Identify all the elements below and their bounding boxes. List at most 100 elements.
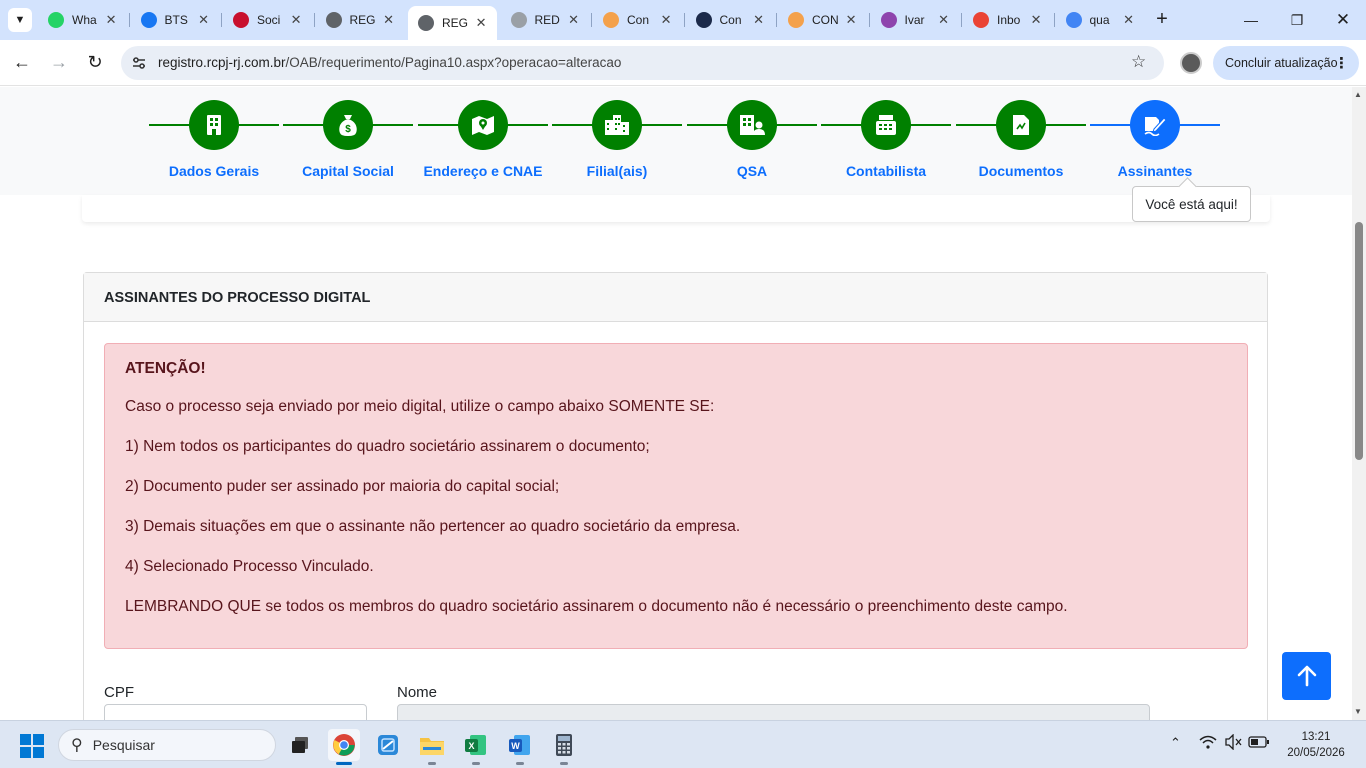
browser-tab[interactable]: Con ✕	[593, 6, 682, 34]
word-icon[interactable]: W	[504, 729, 536, 765]
browser-tab[interactable]: Con ✕	[686, 6, 775, 34]
step-5[interactable]: QSA	[682, 100, 822, 179]
arrow-up-icon	[1297, 665, 1316, 687]
maximize-button[interactable]: ❐	[1274, 0, 1320, 40]
calculator-icon[interactable]	[548, 729, 580, 765]
reload-button[interactable]: ↻	[83, 51, 107, 75]
scroll-to-top-button[interactable]	[1282, 652, 1331, 700]
kebab-menu-icon[interactable]: ⋮	[1334, 54, 1349, 72]
task-view-icon[interactable]	[284, 729, 316, 761]
minimize-button[interactable]: —	[1228, 0, 1274, 40]
page-content: Dados Gerais $ Capital Social Endereço e CN…	[0, 87, 1352, 720]
scrollbar-thumb[interactable]	[1355, 222, 1363, 460]
city-icon[interactable]	[592, 100, 642, 150]
browser-tab[interactable]: BTS ✕	[131, 6, 220, 34]
tab-separator	[591, 13, 592, 27]
excel-icon[interactable]: X	[460, 729, 492, 765]
back-button[interactable]: ←	[10, 51, 34, 75]
building-user-icon[interactable]	[727, 100, 777, 150]
browser-tab[interactable]: REG ✕	[408, 6, 497, 40]
battery-icon[interactable]	[1248, 735, 1270, 752]
chevron-up-icon[interactable]: ⌃	[1170, 735, 1181, 751]
close-tab-icon[interactable]: ✕	[1031, 12, 1042, 28]
close-tab-icon[interactable]: ✕	[568, 12, 579, 28]
g-icon	[603, 12, 619, 28]
chevron-down-icon: ▼	[14, 14, 26, 26]
remote-desktop-icon[interactable]	[372, 729, 404, 761]
v-icon	[880, 12, 897, 28]
stepper-bar: Dados Gerais $ Capital Social Endereço e CN…	[0, 87, 1352, 195]
close-tab-icon[interactable]: ✕	[383, 12, 394, 28]
map-icon[interactable]	[458, 100, 508, 150]
globe-icon	[325, 12, 342, 28]
close-tab-icon[interactable]: ✕	[661, 12, 672, 28]
forward-button[interactable]: →	[47, 51, 71, 75]
wifi-icon[interactable]	[1199, 734, 1217, 753]
browser-tab[interactable]: REG ✕	[316, 6, 405, 34]
bookmark-star-icon[interactable]: ☆	[1131, 52, 1146, 72]
step-1[interactable]: Dados Gerais	[144, 100, 284, 179]
address-bar[interactable]: registro.rcpj-rj.com.br/OAB/requerimento…	[121, 46, 1164, 80]
browser-tab[interactable]: CON ✕	[778, 6, 867, 34]
money-bag-icon[interactable]: $	[323, 100, 373, 150]
step-label[interactable]: QSA	[682, 163, 822, 179]
close-tab-icon[interactable]: ✕	[476, 15, 487, 31]
browser-tab[interactable]: qua ✕	[1056, 6, 1145, 34]
step-label[interactable]: Capital Social	[278, 163, 418, 179]
step-6[interactable]: Contabilista	[816, 100, 956, 179]
close-tab-icon[interactable]: ✕	[1123, 12, 1134, 28]
browser-tab[interactable]: Ivar ✕	[871, 6, 960, 34]
new-tab-button[interactable]: +	[1150, 8, 1174, 32]
scroll-down-arrow-icon[interactable]: ▼	[1354, 707, 1362, 716]
nome-input[interactable]	[397, 704, 1150, 720]
step-3[interactable]: Endereço e CNAE	[413, 100, 553, 179]
step-label[interactable]: Contabilista	[816, 163, 956, 179]
tab-title: CON	[812, 13, 839, 27]
step-label[interactable]: Filial(ais)	[547, 163, 687, 179]
step-8[interactable]: Assinantes	[1085, 100, 1225, 179]
step-4[interactable]: Filial(ais)	[547, 100, 687, 179]
file-explorer-icon[interactable]	[416, 729, 448, 765]
browser-tab[interactable]: Inbo ✕	[963, 6, 1052, 34]
browser-tab[interactable]: RED ✕	[501, 6, 590, 34]
site-settings-icon[interactable]	[131, 55, 147, 71]
update-chrome-button[interactable]: Concluir atualização ⋮	[1213, 46, 1359, 80]
scroll-up-arrow-icon[interactable]: ▲	[1354, 90, 1362, 99]
browser-tab[interactable]: Wha ✕	[38, 6, 127, 34]
arrow-right-icon: →	[50, 52, 68, 72]
chrome-icon[interactable]	[328, 729, 360, 765]
volume-muted-icon[interactable]	[1225, 733, 1243, 753]
step-7[interactable]: Documentos	[951, 100, 1091, 179]
close-tab-icon[interactable]: ✕	[753, 12, 764, 28]
step-label[interactable]: Dados Gerais	[144, 163, 284, 179]
close-tab-icon[interactable]: ✕	[938, 12, 949, 28]
close-tab-icon[interactable]: ✕	[198, 12, 209, 28]
close-tab-icon[interactable]: ✕	[846, 12, 857, 28]
google-icon	[1065, 12, 1082, 28]
cpf-input[interactable]	[104, 704, 367, 720]
whatsapp-icon	[48, 12, 64, 28]
building-icon[interactable]	[189, 100, 239, 150]
step-label[interactable]: Endereço e CNAE	[413, 163, 553, 179]
cash-register-icon[interactable]	[861, 100, 911, 150]
system-clock[interactable]: 13:21 20/05/2026	[1282, 729, 1350, 761]
clock-date: 20/05/2026	[1287, 747, 1345, 759]
start-button[interactable]	[20, 734, 44, 758]
step-2[interactable]: $ Capital Social	[278, 100, 418, 179]
page-scrollbar[interactable]: ▲ ▼	[1352, 87, 1366, 720]
signature-icon[interactable]	[1130, 100, 1180, 150]
attention-alert: ATENÇÃO! Caso o processo seja enviado po…	[104, 343, 1248, 649]
browser-tab[interactable]: Soci ✕	[223, 6, 312, 34]
taskbar-search[interactable]: ⚲ Pesquisar	[58, 729, 276, 761]
close-tab-icon[interactable]: ✕	[106, 12, 117, 28]
close-window-button[interactable]: ✕	[1320, 0, 1366, 40]
close-tab-icon[interactable]: ✕	[291, 12, 302, 28]
tab-search-button[interactable]: ▼	[8, 8, 32, 32]
profile-avatar[interactable]	[1180, 52, 1202, 74]
step-label[interactable]: Assinantes	[1085, 163, 1225, 179]
step-label[interactable]: Documentos	[951, 163, 1091, 179]
file-icon[interactable]	[996, 100, 1046, 150]
svg-text:$: $	[345, 124, 351, 135]
search-placeholder: Pesquisar	[92, 737, 155, 753]
alert-title: ATENÇÃO!	[125, 360, 206, 377]
